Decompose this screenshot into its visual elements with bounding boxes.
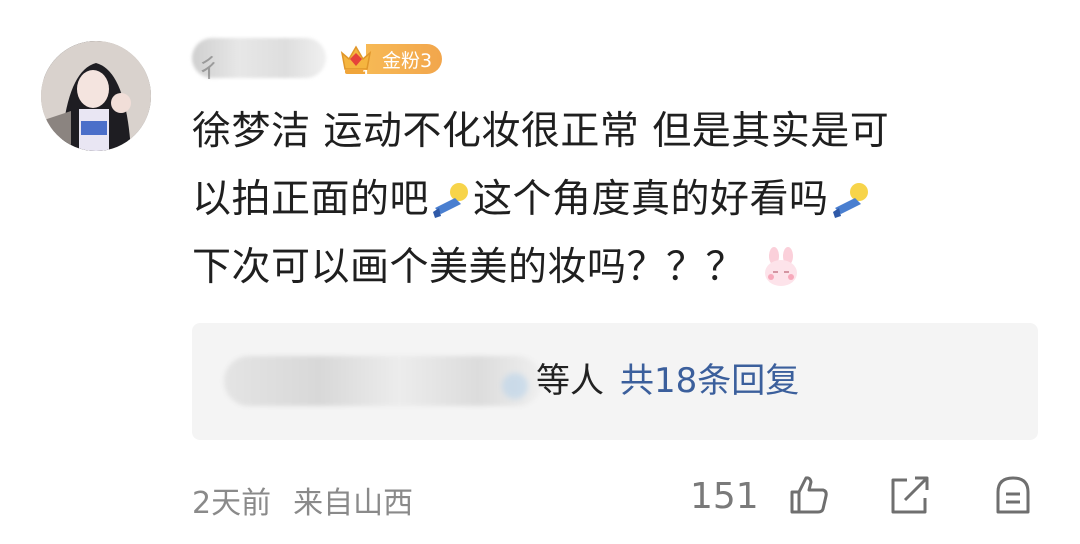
like-count: 151 (690, 476, 759, 517)
comment-footer: 2天前 来自山西 151 (0, 470, 1080, 530)
crown-icon: 1 (340, 45, 372, 79)
reply-summary: 等人 共18条回复 (536, 359, 799, 403)
avatar-photo (41, 41, 151, 151)
fan-badge-label: 金粉3 (366, 44, 443, 74)
share-icon[interactable] (887, 472, 933, 518)
comment-line-segment: 以拍正面的吧 (192, 177, 430, 222)
bunny-emoji (765, 247, 798, 286)
comment-line: 以拍正面的吧 这个角度真的好看吗 (192, 166, 1042, 234)
reply-user-dot (502, 373, 528, 399)
like-thumb-icon[interactable] (786, 472, 832, 518)
comment-location: 来自山西 (293, 486, 414, 521)
reply-others-label: 等人 (536, 361, 604, 401)
reply-users-blurred (224, 356, 542, 406)
comment-meta: 2天前 来自山西 (192, 478, 413, 522)
view-replies-link[interactable]: 共18条回复 (620, 361, 799, 401)
comment-icon[interactable] (990, 472, 1036, 518)
reply-preview[interactable]: 等人 共18条回复 (192, 323, 1038, 440)
comment-line-segment: 这个角度真的好看吗 (473, 177, 829, 222)
comment-line: 下次可以画个美美的妆吗？？？ (192, 234, 1042, 302)
avatar[interactable] (41, 41, 151, 151)
lying-doll-emoji (433, 183, 469, 218)
username-glyph: 彳 (196, 54, 223, 84)
comment-time: 2天前 (192, 486, 272, 521)
fan-badge[interactable]: 1 金粉3 (336, 41, 443, 79)
comment-line: 徐梦洁 运动不化妆很正常 但是其实是可 (192, 109, 890, 154)
lying-doll-emoji (832, 183, 868, 218)
svg-text:1: 1 (362, 68, 370, 79)
comment-text: 徐梦洁 运动不化妆很正常 但是其实是可 以拍正面的吧 这个角度真的好看吗 下次可… (192, 98, 1042, 302)
comment-line-segment: 下次可以画个美美的妆吗？？？ (192, 245, 746, 290)
